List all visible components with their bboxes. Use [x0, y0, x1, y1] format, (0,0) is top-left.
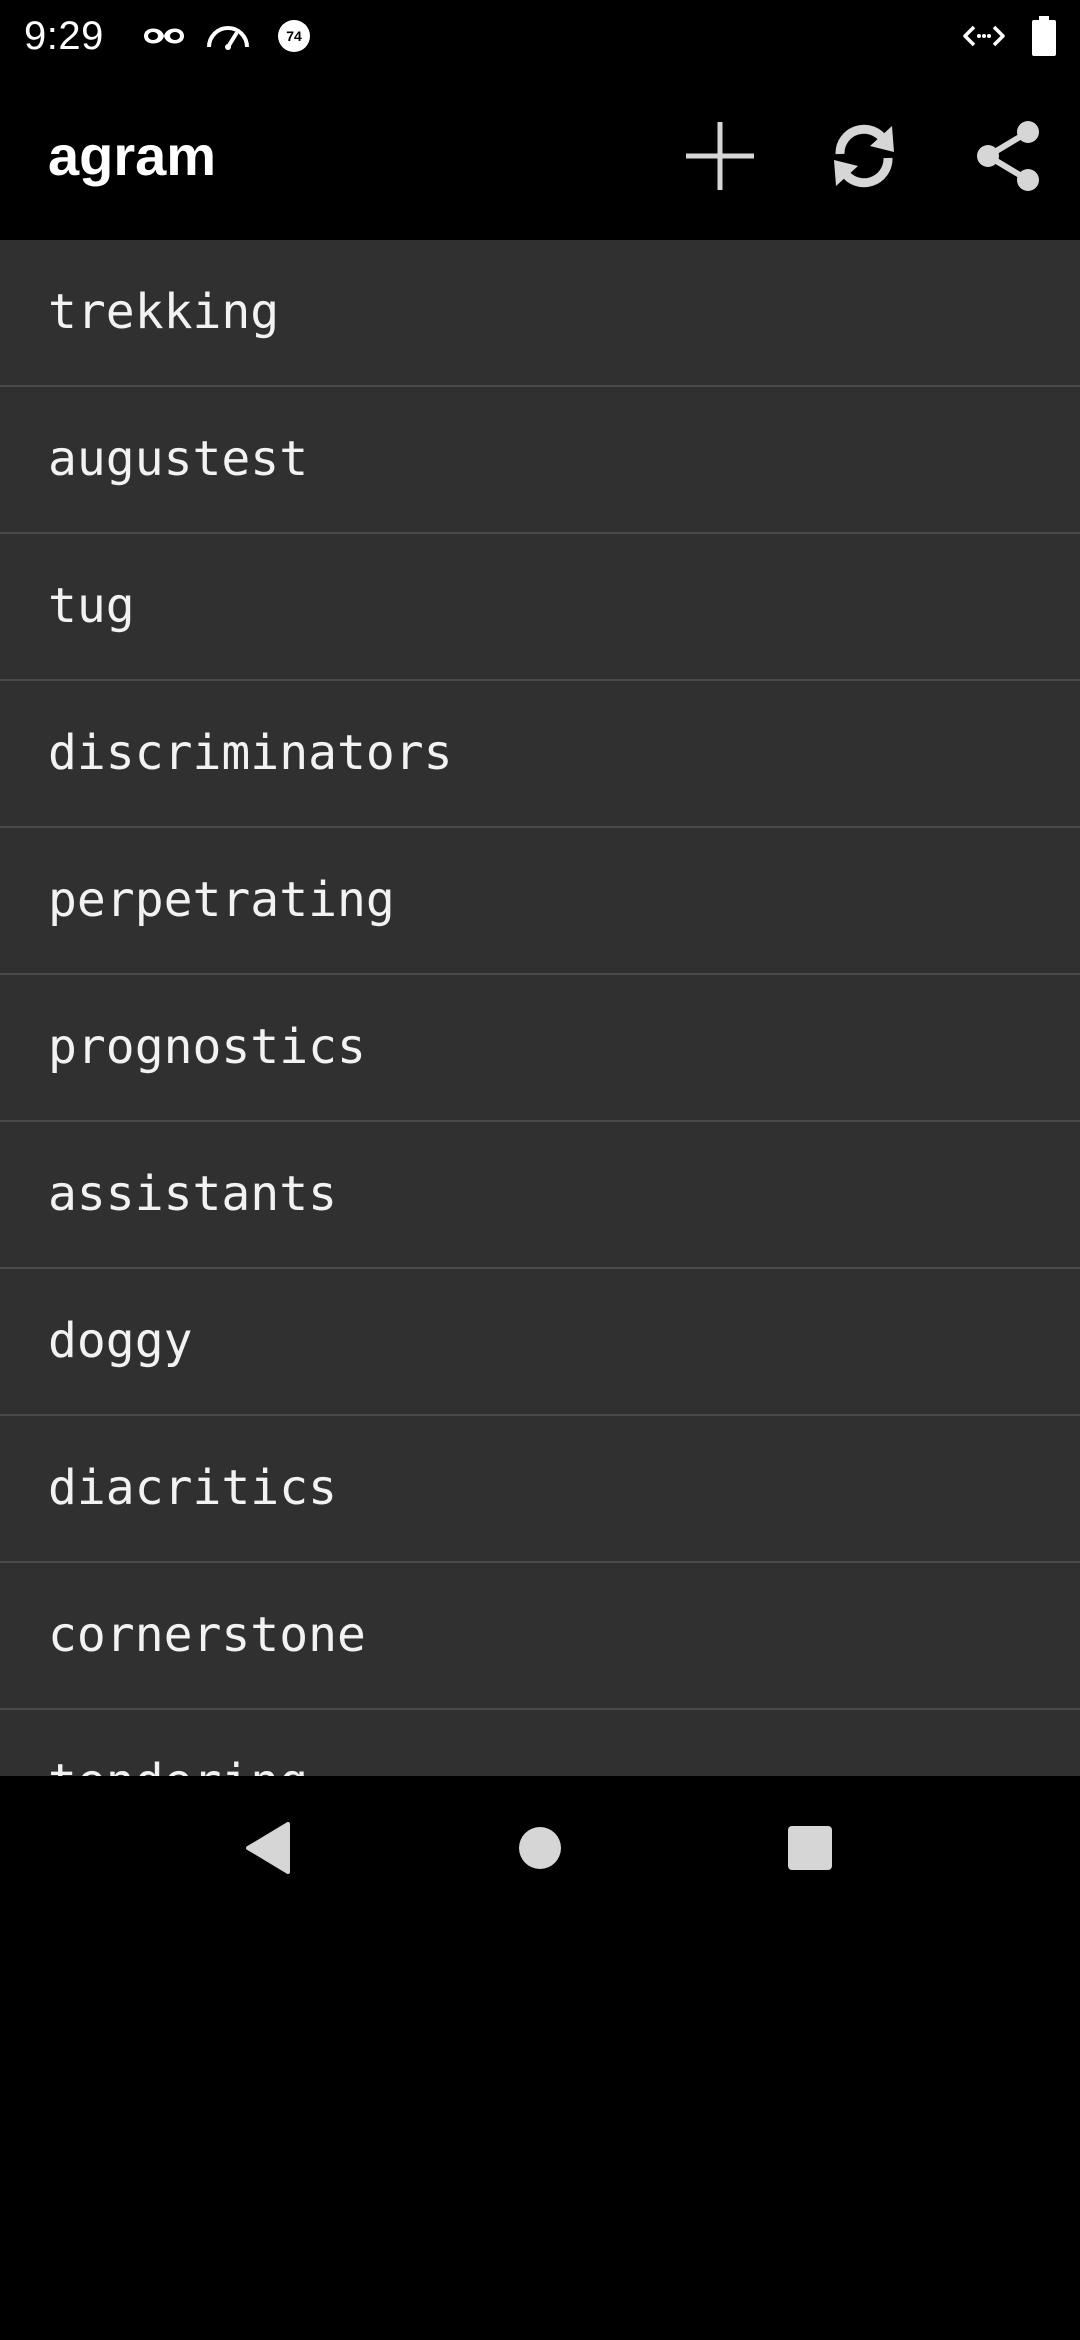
empty-area [0, 1920, 1080, 2340]
back-icon [246, 1822, 290, 1874]
list-item-label: discriminators [48, 725, 453, 781]
list-item-label: assistants [48, 1166, 337, 1222]
app-title: agram [48, 124, 217, 187]
app-bar: agram [0, 72, 1080, 240]
word-list[interactable]: trekking augustest tug discriminators pe… [0, 240, 1080, 1776]
status-bar: 9:29 74 [0, 0, 1080, 72]
add-button[interactable] [672, 108, 768, 204]
list-item-label: trekking [48, 284, 280, 340]
incognito-icon [140, 14, 188, 58]
list-item-label: cornerstone [48, 1607, 366, 1663]
list-item-label: doggy [48, 1313, 193, 1369]
code-arrows-icon [960, 14, 1008, 58]
home-button[interactable] [492, 1800, 588, 1896]
list-item-label: perpetrating [48, 872, 395, 928]
list-item-label: diacritics [48, 1460, 337, 1516]
list-item[interactable]: perpetrating [0, 828, 1080, 975]
share-button[interactable] [960, 108, 1056, 204]
add-icon [686, 122, 754, 190]
list-item-label: tendering [48, 1754, 308, 1776]
recents-icon [788, 1826, 832, 1870]
list-item-label: augustest [48, 431, 309, 487]
list-item[interactable]: augustest [0, 387, 1080, 534]
list-item[interactable]: discriminators [0, 681, 1080, 828]
refresh-button[interactable] [816, 108, 912, 204]
list-item[interactable]: prognostics [0, 975, 1080, 1122]
list-item-label: prognostics [48, 1019, 366, 1075]
badge-text: 74 [286, 28, 302, 44]
navigation-bar [0, 1776, 1080, 1920]
battery-icon [1028, 14, 1060, 58]
list-item[interactable]: trekking [0, 240, 1080, 387]
notification-badge-icon: 74 [274, 14, 314, 58]
list-item[interactable]: assistants [0, 1122, 1080, 1269]
share-icon [977, 121, 1039, 191]
refresh-icon [834, 124, 894, 188]
back-button[interactable] [220, 1800, 316, 1896]
home-icon [519, 1827, 561, 1869]
list-item[interactable]: tendering [0, 1710, 1080, 1776]
status-time: 9:29 [24, 14, 104, 58]
recents-button[interactable] [762, 1800, 858, 1896]
speedometer-icon [204, 14, 252, 58]
app-root: 9:29 74 agram trekking augustest tug dis… [0, 0, 1080, 2340]
list-item[interactable]: doggy [0, 1269, 1080, 1416]
list-item[interactable]: tug [0, 534, 1080, 681]
list-item[interactable]: cornerstone [0, 1563, 1080, 1710]
list-item-label: tug [48, 578, 135, 634]
list-item[interactable]: diacritics [0, 1416, 1080, 1563]
